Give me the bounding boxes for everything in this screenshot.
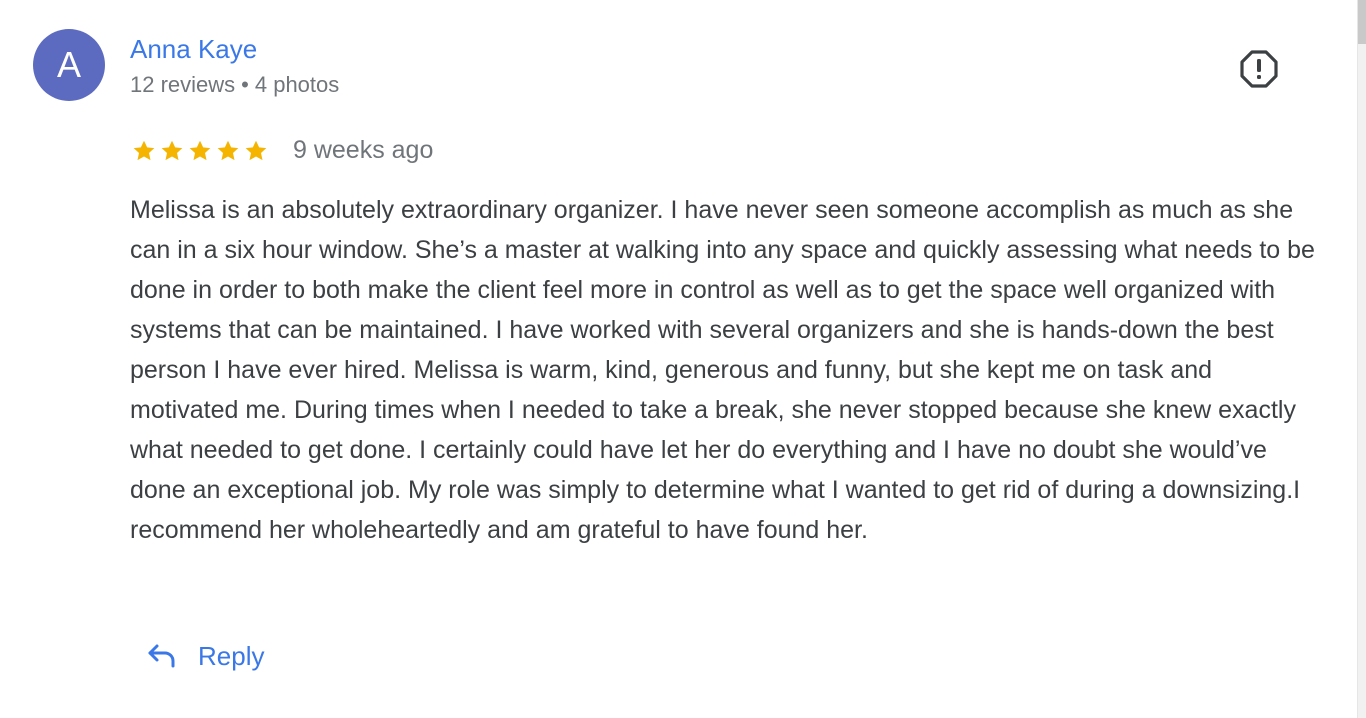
star-icon xyxy=(245,140,267,160)
review-card: A Anna Kaye 12 reviews • 4 photos 9 weeks … xyxy=(0,0,1366,718)
avatar-initial: A xyxy=(56,44,81,85)
reviewer-meta: 12 reviews • 4 photos xyxy=(130,72,339,98)
review-text: Melissa is an absolutely extraordinary o… xyxy=(130,196,1315,544)
star-icon xyxy=(133,140,155,160)
photos-count: 4 photos xyxy=(254,72,340,97)
avatar[interactable]: A xyxy=(33,29,105,101)
rating-row: 9 weeks ago xyxy=(130,136,433,165)
reply-arrow-icon xyxy=(146,640,178,672)
reply-button[interactable]: Reply xyxy=(146,640,264,672)
scrollbar-thumb[interactable] xyxy=(1358,0,1366,44)
star-rating xyxy=(130,138,270,164)
star-icon xyxy=(161,140,183,160)
star-icon xyxy=(217,140,239,160)
reviews-count: 12 reviews xyxy=(130,72,236,97)
reviewer-name-link[interactable]: Anna Kaye xyxy=(130,34,257,65)
reply-label: Reply xyxy=(198,640,265,671)
report-flag-icon xyxy=(1240,50,1278,88)
scrollbar[interactable] xyxy=(1357,0,1366,718)
report-review-button[interactable] xyxy=(1240,50,1278,88)
meta-separator: • xyxy=(241,72,249,97)
review-date: 9 weeks ago xyxy=(293,136,434,164)
star-icon xyxy=(189,140,211,160)
